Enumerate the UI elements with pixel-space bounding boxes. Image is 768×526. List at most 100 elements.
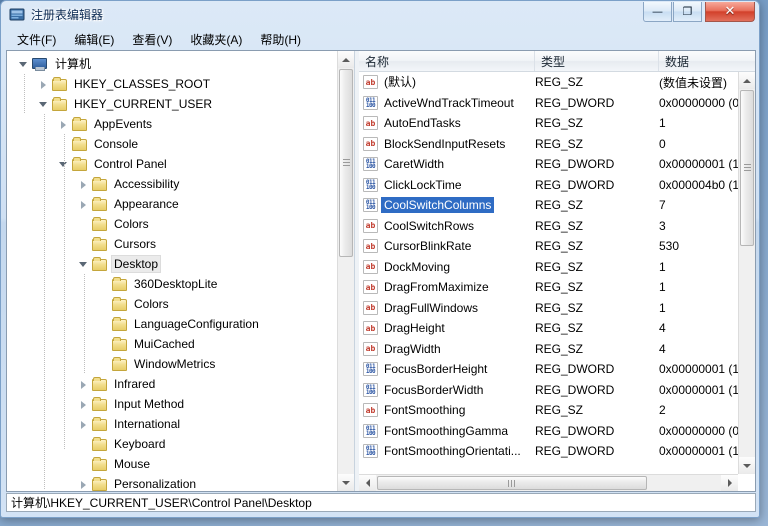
tree-spacer — [77, 238, 90, 251]
value-row[interactable]: abDragFromMaximizeREG_SZ1 — [359, 277, 738, 298]
column-header-2[interactable]: 类型 — [535, 51, 659, 71]
tree-item-appearance[interactable]: Appearance — [77, 194, 182, 214]
folder-icon — [91, 477, 107, 491]
list-scroll-right-button[interactable] — [721, 475, 738, 491]
tree-item-hkey-classes-root[interactable]: HKEY_CLASSES_ROOT — [37, 74, 213, 94]
tree-item-mouse[interactable]: Mouse — [77, 454, 153, 474]
tree-vertical-scrollbar[interactable] — [337, 51, 354, 491]
value-row[interactable]: 011100ClickLockTimeREG_DWORD0x000004b0 (… — [359, 175, 738, 196]
menu-item-5[interactable]: 帮助(H) — [251, 29, 310, 50]
expand-arrow-open-icon[interactable] — [77, 258, 90, 271]
value-row[interactable]: 011100FocusBorderWidthREG_DWORD0x0000000… — [359, 380, 738, 401]
window-title: 注册表编辑器 — [31, 6, 103, 23]
value-row[interactable]: abDragFullWindowsREG_SZ1 — [359, 298, 738, 319]
value-name: DragFullWindows — [381, 300, 481, 316]
list-scroll-left-button[interactable] — [359, 475, 376, 491]
folder-icon — [71, 137, 87, 151]
list-horizontal-scrollbar[interactable] — [359, 474, 738, 491]
tree-item-[interactable]: 计算机 — [17, 54, 94, 74]
value-row[interactable]: 011100FontSmoothingGammaREG_DWORD0x00000… — [359, 421, 738, 442]
tree-spacer — [97, 298, 110, 311]
menu-item-3[interactable]: 查看(V) — [123, 29, 181, 50]
minimize-button[interactable]: — — [643, 2, 672, 22]
list-vertical-scrollbar[interactable] — [738, 72, 755, 474]
tree-item-360desktoplite[interactable]: 360DesktopLite — [97, 274, 220, 294]
value-row[interactable]: abDockMovingREG_SZ1 — [359, 257, 738, 278]
expand-arrow-closed-icon[interactable] — [77, 378, 90, 391]
status-path-text: 计算机\HKEY_CURRENT_USER\Control Panel\Desk… — [11, 494, 312, 511]
tree-item-input-method[interactable]: Input Method — [77, 394, 187, 414]
value-row[interactable]: abFontSmoothingREG_SZ2 — [359, 400, 738, 421]
tree-item-console[interactable]: Console — [57, 134, 141, 154]
title-bar[interactable]: 注册表编辑器 — ❐ ✕ — [1, 1, 759, 29]
value-row[interactable]: abAutoEndTasksREG_SZ1 — [359, 113, 738, 134]
value-row[interactable]: 011100ActiveWndTrackTimeoutREG_DWORD0x00… — [359, 93, 738, 114]
value-row[interactable]: abBlockSendInputResetsREG_SZ0 — [359, 134, 738, 155]
column-header-1[interactable]: 名称 — [359, 51, 535, 71]
expand-arrow-closed-icon[interactable] — [57, 118, 70, 131]
expand-arrow-closed-icon[interactable] — [37, 78, 50, 91]
list-scroll-down-button[interactable] — [739, 457, 755, 474]
expand-arrow-closed-icon[interactable] — [77, 178, 90, 191]
string-value-icon: ab — [363, 280, 378, 294]
expand-arrow-closed-icon[interactable] — [77, 398, 90, 411]
value-row[interactable]: 011100FocusBorderHeightREG_DWORD0x000000… — [359, 359, 738, 380]
expand-arrow-closed-icon[interactable] — [77, 198, 90, 211]
menu-item-1[interactable]: 文件(F) — [8, 29, 65, 50]
expand-arrow-open-icon[interactable] — [17, 58, 30, 71]
expand-arrow-closed-icon[interactable] — [77, 418, 90, 431]
column-header-3[interactable]: 数据 — [659, 51, 755, 71]
string-value-icon: ab — [363, 239, 378, 253]
tree-item-cursors[interactable]: Cursors — [77, 234, 159, 254]
tree-item-control-panel[interactable]: Control Panel — [57, 154, 170, 174]
value-row[interactable]: abCursorBlinkRateREG_SZ530 — [359, 236, 738, 257]
tree-item-label: Input Method — [111, 396, 187, 412]
value-data: 0x00000001 (1 — [659, 444, 738, 458]
tree-item-accessibility[interactable]: Accessibility — [77, 174, 182, 194]
tree-item-muicached[interactable]: MuiCached — [97, 334, 198, 354]
tree-item-personalization[interactable]: Personalization — [77, 474, 199, 491]
computer-icon — [31, 57, 48, 71]
value-row[interactable]: 011100FontSmoothingOrientati...REG_DWORD… — [359, 441, 738, 462]
tree-item-label: WindowMetrics — [131, 356, 218, 372]
value-row[interactable]: abDragHeightREG_SZ4 — [359, 318, 738, 339]
value-name: CoolSwitchColumns — [381, 197, 494, 213]
folder-icon — [91, 377, 107, 391]
close-button[interactable]: ✕ — [705, 2, 755, 22]
tree-item-windowmetrics[interactable]: WindowMetrics — [97, 354, 218, 374]
tree-scroll-down-button[interactable] — [338, 474, 354, 491]
menu-item-2[interactable]: 编辑(E) — [65, 29, 123, 50]
tree-item-hkey-current-user[interactable]: HKEY_CURRENT_USER — [37, 94, 215, 114]
tree-item-colors[interactable]: Colors — [77, 214, 152, 234]
chevron-down-icon — [342, 481, 350, 485]
value-row[interactable]: 011100CoolSwitchColumnsREG_SZ7 — [359, 195, 738, 216]
maximize-button[interactable]: ❐ — [673, 2, 702, 22]
horizontal-scrollbar-thumb[interactable] — [377, 476, 647, 490]
menu-item-4[interactable]: 收藏夹(A) — [181, 29, 251, 50]
tree-item-keyboard[interactable]: Keyboard — [77, 434, 168, 454]
tree-item-appevents[interactable]: AppEvents — [57, 114, 155, 134]
value-row[interactable]: abCoolSwitchRowsREG_SZ3 — [359, 216, 738, 237]
tree-item-label: Control Panel — [91, 156, 170, 172]
list-scrollbar-thumb[interactable] — [740, 90, 754, 246]
value-name: CursorBlinkRate — [381, 238, 474, 254]
value-name: DragFromMaximize — [381, 279, 492, 295]
value-row[interactable]: abDragWidthREG_SZ4 — [359, 339, 738, 360]
value-type: REG_DWORD — [535, 96, 614, 110]
expand-arrow-closed-icon[interactable] — [77, 478, 90, 491]
list-scroll-up-button[interactable] — [739, 72, 755, 89]
tree-item-desktop[interactable]: Desktop — [77, 254, 161, 274]
tree-scrollbar-thumb[interactable] — [339, 69, 353, 257]
tree-scroll-up-button[interactable] — [338, 51, 354, 68]
tree-item-infrared[interactable]: Infrared — [77, 374, 158, 394]
tree-item-international[interactable]: International — [77, 414, 183, 434]
value-data: (数值未设置) — [659, 74, 738, 91]
value-name: FocusBorderHeight — [381, 361, 490, 377]
tree-item-colors[interactable]: Colors — [97, 294, 172, 314]
expand-arrow-open-icon[interactable] — [37, 98, 50, 111]
value-row[interactable]: 011100CaretWidthREG_DWORD0x00000001 (1 — [359, 154, 738, 175]
tree-item-label: HKEY_CLASSES_ROOT — [71, 76, 213, 92]
tree-item-languageconfiguration[interactable]: LanguageConfiguration — [97, 314, 262, 334]
tree-spacer — [97, 278, 110, 291]
value-row[interactable]: ab(默认)REG_SZ(数值未设置) — [359, 72, 738, 93]
